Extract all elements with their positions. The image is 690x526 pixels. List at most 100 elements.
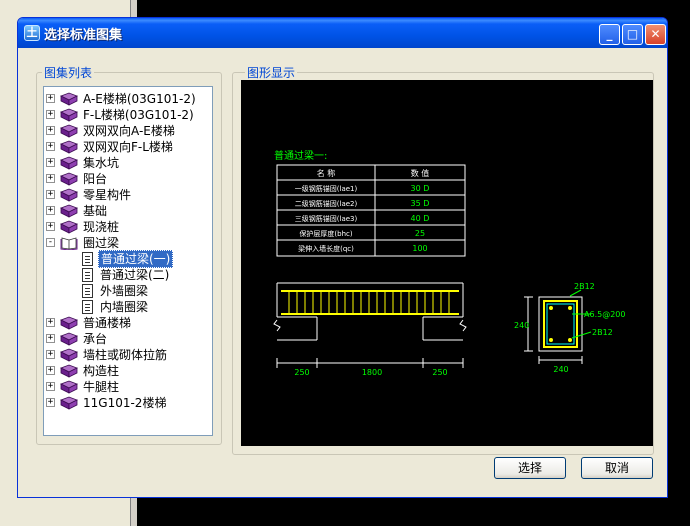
tree-item-folder[interactable]: - 圈过梁 <box>44 235 212 251</box>
select-button[interactable]: 选择 <box>494 457 566 479</box>
open-book-icon <box>60 236 78 251</box>
collapse-icon[interactable]: - <box>46 238 55 247</box>
section-height: 240 <box>514 321 529 330</box>
book-icon <box>60 124 78 138</box>
tree-item-label: 承台 <box>83 332 108 346</box>
book-icon <box>60 172 78 186</box>
tree-item-folder[interactable]: + 基础 <box>44 203 212 219</box>
tree-item-folder[interactable]: + 集水坑 <box>44 155 212 171</box>
tree-item-folder[interactable]: + 双网双向F-L楼梯 <box>44 139 212 155</box>
tree-item-label: 墙柱或砌体拉筋 <box>83 348 168 362</box>
document-icon <box>82 268 93 282</box>
book-icon <box>60 348 78 362</box>
expand-icon[interactable]: + <box>46 94 55 103</box>
dim-left: 250 <box>294 368 309 377</box>
tree-item-folder[interactable]: + 阳台 <box>44 171 212 187</box>
expand-icon[interactable]: + <box>46 318 55 327</box>
expand-icon[interactable]: + <box>46 190 55 199</box>
expand-icon[interactable]: + <box>46 110 55 119</box>
tree-item-doc[interactable]: 普通过梁(二) <box>44 267 212 283</box>
section-stirrup: A6.5@200 <box>584 310 625 319</box>
document-icon <box>82 252 93 266</box>
drawing-title: 普通过梁一: <box>274 149 327 162</box>
minimize-button[interactable]: _ <box>599 24 620 45</box>
atlas-tree[interactable]: + A-E楼梯(03G101-2) + F-L楼梯(03G101-2) + 双网双向A-E… <box>43 86 213 436</box>
tree-item-label: 普通楼梯 <box>83 316 132 330</box>
tree-item-folder[interactable]: + F-L楼梯(03G101-2) <box>44 107 212 123</box>
tree-item-label: 牛腿柱 <box>83 380 120 394</box>
table-cell-name: 二级钢筋锚固(lae2) <box>295 199 358 208</box>
section-bottom-bar: 2B12 <box>592 328 613 337</box>
dialog-window: 土 选择标准图集 _ □ ✕ 图集列表 图形显示 + A-E楼梯(03G101-2… <box>17 17 668 498</box>
expand-icon[interactable]: + <box>46 126 55 135</box>
parameter-table: 名 称 数 值 一级钢筋锚固(lae1) 30 D 二级钢筋锚固(lae2) 35 D… <box>276 164 466 257</box>
table-cell-value: 100 <box>412 244 427 253</box>
tree-item-doc[interactable]: 内墙圈梁 <box>44 299 212 315</box>
table-cell-name: 一级钢筋锚固(lae1) <box>295 184 358 193</box>
tree-item-doc[interactable]: 普通过梁(一) <box>44 250 212 268</box>
expand-icon[interactable]: + <box>46 398 55 407</box>
book-icon <box>60 188 78 202</box>
dim-mid: 1800 <box>362 368 382 377</box>
tree-item-label: 构造柱 <box>83 364 120 378</box>
tree-item-folder[interactable]: + 零星构件 <box>44 187 212 203</box>
expand-icon[interactable]: + <box>46 366 55 375</box>
preview-drawing: 普通过梁一: 名 称 数 值 一级钢筋锚固(lae1) 30 D 二级钢筋锚固(la… <box>273 149 625 377</box>
expand-icon[interactable]: + <box>46 174 55 183</box>
tree-item-label: 现浇桩 <box>83 220 120 234</box>
document-icon <box>82 300 93 314</box>
expand-icon[interactable]: + <box>46 350 55 359</box>
tree-item-folder[interactable]: + A-E楼梯(03G101-2) <box>44 91 212 107</box>
title-bar[interactable]: 土 选择标准图集 _ □ ✕ <box>18 18 667 48</box>
app-icon: 土 <box>24 25 40 41</box>
expand-icon[interactable]: + <box>46 158 55 167</box>
tree-item-doc[interactable]: 外墙圈梁 <box>44 283 212 299</box>
tree-item-label: 集水坑 <box>83 156 120 170</box>
section-width: 240 <box>553 365 568 374</box>
table-cell-value: 40 D <box>411 214 430 223</box>
preview-canvas: 普通过梁一: 名 称 数 值 一级钢筋锚固(lae1) 30 D 二级钢筋锚固(la… <box>241 80 653 446</box>
table-header-name: 名 称 <box>317 168 336 178</box>
cancel-button[interactable]: 取消 <box>581 457 653 479</box>
tree-item-folder[interactable]: + 承台 <box>44 331 212 347</box>
tree-item-label: 双网双向F-L楼梯 <box>83 140 173 154</box>
book-icon <box>60 140 78 154</box>
expand-icon[interactable]: + <box>46 142 55 151</box>
tree-item-folder[interactable]: + 牛腿柱 <box>44 379 212 395</box>
maximize-icon: □ <box>626 27 639 41</box>
preview-groupbox-label: 图形显示 <box>245 64 298 81</box>
tree-item-folder[interactable]: + 构造柱 <box>44 363 212 379</box>
table-cell-name: 梁伸入墙长度(qc) <box>298 244 354 253</box>
tree-item-folder[interactable]: + 现浇桩 <box>44 219 212 235</box>
beam-section: 2B12 A6.5@200 2B12 240 240 <box>514 282 625 374</box>
book-icon <box>60 364 78 378</box>
tree-item-label: 普通过梁(一) <box>98 250 174 268</box>
table-cell-name: 保护层厚度(bhc) <box>299 229 352 238</box>
dim-right: 250 <box>432 368 447 377</box>
book-icon <box>60 204 78 218</box>
tree-item-folder[interactable]: + 双网双向A-E楼梯 <box>44 123 212 139</box>
beam-elevation: 250 1800 250 <box>273 282 467 377</box>
tree-item-folder[interactable]: + 墙柱或砌体拉筋 <box>44 347 212 363</box>
tree-item-label: 双网双向A-E楼梯 <box>83 124 175 138</box>
tree-item-label: 基础 <box>83 204 108 218</box>
book-icon <box>60 156 78 170</box>
book-icon <box>60 396 78 410</box>
tree-item-folder[interactable]: + 普通楼梯 <box>44 315 212 331</box>
expand-icon[interactable]: + <box>46 382 55 391</box>
book-icon <box>60 380 78 394</box>
tree-item-label: 圈过梁 <box>83 236 120 250</box>
maximize-button[interactable]: □ <box>622 24 643 45</box>
expand-icon[interactable]: + <box>46 222 55 231</box>
tree-item-folder[interactable]: +11G101-2楼梯 <box>44 395 212 411</box>
expand-icon[interactable]: + <box>46 206 55 215</box>
close-button[interactable]: ✕ <box>645 24 666 45</box>
window-title: 选择标准图集 <box>44 28 123 43</box>
table-cell-value: 30 D <box>411 184 430 193</box>
tree-item-label: 阳台 <box>83 172 108 186</box>
table-header-value: 数 值 <box>411 168 430 178</box>
tree-groupbox-label: 图集列表 <box>42 64 95 81</box>
tree-item-label: 内墙圈梁 <box>100 300 149 314</box>
tree-item-label: 外墙圈梁 <box>100 284 149 298</box>
expand-icon[interactable]: + <box>46 334 55 343</box>
